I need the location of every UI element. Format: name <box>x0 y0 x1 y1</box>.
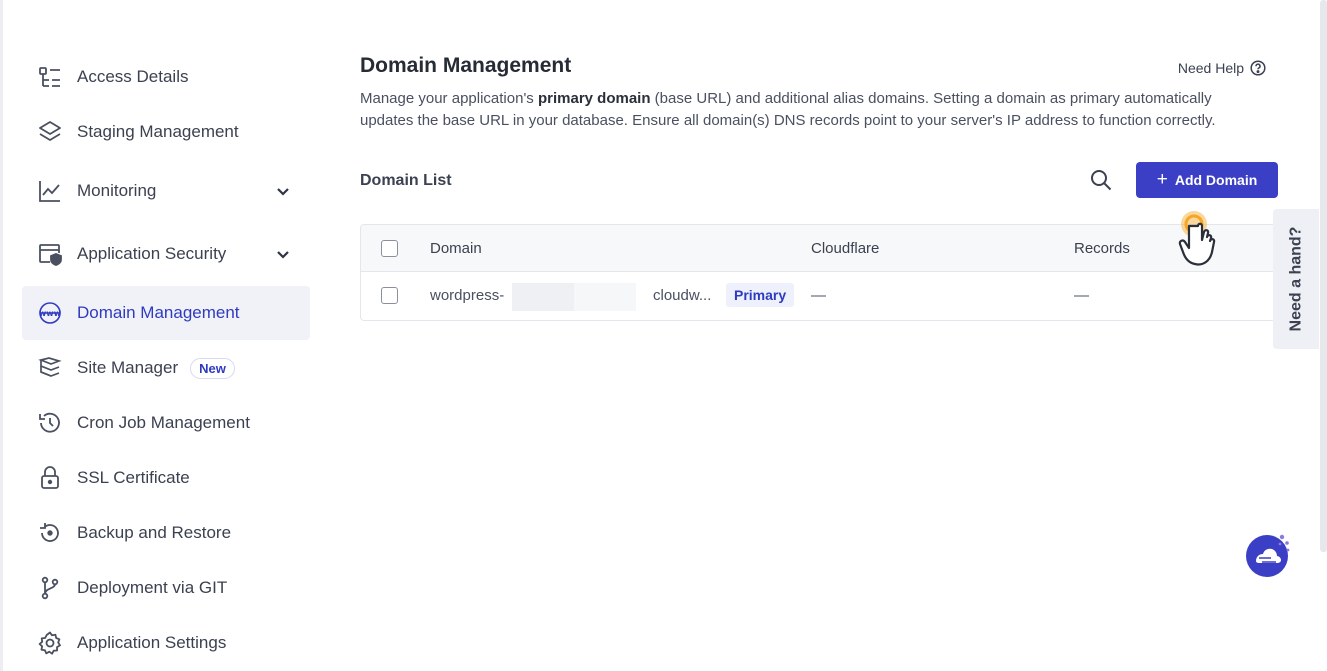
domain-list-title: Domain List <box>360 172 452 189</box>
lock-icon <box>36 464 64 492</box>
description-bold: primary domain <box>537 90 651 107</box>
sidebar-item-monitoring[interactable]: Monitoring <box>22 160 310 222</box>
page-description: Manage your application's primary domain… <box>360 90 1216 129</box>
domain-name-prefix: wordpress- <box>430 287 505 304</box>
chart-line-icon <box>36 177 64 205</box>
domain-list-header: Domain List + Add Domain <box>360 162 1278 202</box>
www-globe-icon: www <box>36 299 64 327</box>
domain-name-suffix: cloudw... <box>653 287 712 304</box>
scrollbar[interactable] <box>1320 0 1327 552</box>
column-header-domain: Domain <box>430 240 482 257</box>
search-button[interactable] <box>1088 168 1114 194</box>
sidebar-item-access-details[interactable]: Access Details <box>22 50 310 104</box>
sidebar-item-backup-and-restore[interactable]: Backup and Restore <box>22 506 310 560</box>
sidebar-item-label: Application Security <box>77 244 227 263</box>
sidebar-item-label: Site Manager <box>77 358 179 377</box>
backup-restore-icon <box>36 519 64 547</box>
redacted-block <box>512 283 574 311</box>
layers-icon <box>36 118 64 146</box>
add-domain-button[interactable]: + Add Domain <box>1136 162 1278 198</box>
need-help-link[interactable]: Need Help <box>1178 60 1266 76</box>
sidebar-item-label: Application Settings <box>77 633 227 652</box>
need-a-hand-tab[interactable]: Need a hand? <box>1273 209 1319 349</box>
shield-window-icon <box>36 240 64 268</box>
sidebar-item-application-security[interactable]: Application Security <box>22 223 310 285</box>
table-row[interactable]: wordpress- cloudw... Primary — — <box>361 272 1279 320</box>
row-checkbox[interactable] <box>381 287 398 304</box>
sidebar-item-label: Domain Management <box>77 303 240 322</box>
sidebar-item-label: SSL Certificate <box>77 468 190 487</box>
column-header-records: Records <box>1074 240 1130 257</box>
sidebar-item-label: Access Details <box>77 67 189 86</box>
git-branch-icon <box>36 574 64 602</box>
need-a-hand-label: Need a hand? <box>1287 226 1304 332</box>
sidebar-item-site-manager[interactable]: Site Manager New <box>22 341 310 395</box>
table-header: Domain Cloudflare Records <box>361 225 1279 272</box>
hand-pointer-icon <box>1178 211 1216 266</box>
sidebar-item-staging-management[interactable]: Staging Management <box>22 105 310 159</box>
sidebar-item-label: Staging Management <box>77 122 239 141</box>
left-border <box>0 0 3 671</box>
sidebar-item-label: Backup and Restore <box>77 523 232 542</box>
search-icon <box>1091 170 1112 191</box>
add-domain-label: Add Domain <box>1174 172 1258 188</box>
domain-table: Domain Cloudflare Records wordpress- clo… <box>360 224 1280 321</box>
page-title: Domain Management <box>360 54 572 77</box>
access-details-icon <box>36 63 64 91</box>
sidebar-item-ssl-certificate[interactable]: SSL Certificate <box>22 451 310 505</box>
chevron-down-icon[interactable] <box>274 245 292 263</box>
sidebar-item-cron-job-management[interactable]: Cron Job Management <box>22 396 310 450</box>
question-circle-icon <box>1250 60 1266 76</box>
new-badge: New <box>190 357 235 379</box>
sidebar-item-deployment-via-git[interactable]: Deployment via GIT <box>22 561 310 615</box>
chevron-down-icon[interactable] <box>274 182 292 200</box>
sidebar: Access Details Staging Management Monito… <box>22 50 310 671</box>
site-manager-icon <box>36 354 64 382</box>
plus-icon: + <box>1156 169 1168 190</box>
sidebar-item-application-settings[interactable]: Application Settings <box>22 616 310 670</box>
cloudflare-value: — <box>811 287 826 304</box>
svg-text:www: www <box>39 309 62 318</box>
select-all-checkbox[interactable] <box>381 240 398 257</box>
main-content: Domain Management Need Help Manage your … <box>360 50 1280 321</box>
chat-launcher-icon[interactable] <box>1244 531 1292 579</box>
sidebar-item-label: Cron Job Management <box>77 413 250 432</box>
redacted-block <box>574 283 636 311</box>
gear-icon <box>36 629 64 657</box>
history-clock-icon <box>36 409 64 437</box>
primary-badge: Primary <box>726 283 795 307</box>
records-value: — <box>1074 287 1089 304</box>
sidebar-item-label: Monitoring <box>77 181 157 200</box>
sidebar-item-label: Deployment via GIT <box>77 578 228 597</box>
column-header-cloudflare: Cloudflare <box>811 240 880 257</box>
sidebar-item-domain-management[interactable]: www Domain Management <box>22 286 310 340</box>
need-help-label: Need Help <box>1177 60 1244 76</box>
